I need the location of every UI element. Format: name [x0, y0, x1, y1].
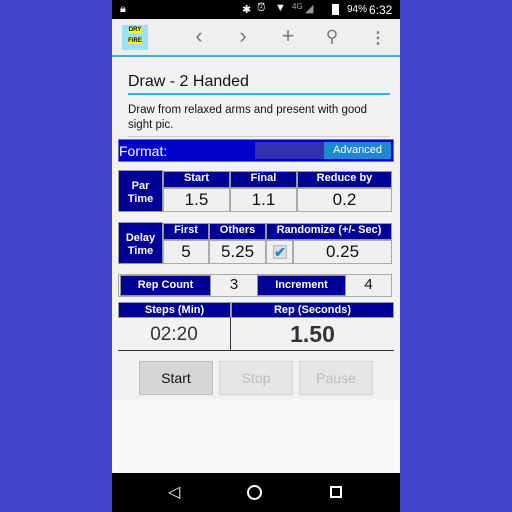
randomize-checkbox[interactable]: ✔	[273, 245, 287, 259]
chevron-right-icon[interactable]: ›	[228, 23, 258, 49]
network-type: 4G	[292, 2, 303, 11]
randomize-checkbox-cell[interactable]: ✔	[266, 240, 293, 264]
randomize-header: Randomize (+/- Sec)	[266, 223, 392, 240]
par-start-input[interactable]: 1.5	[163, 188, 230, 212]
par-label-1: Par	[131, 180, 150, 192]
delay-label-2: Time	[127, 245, 154, 257]
par-reduce-header: Reduce by	[297, 171, 392, 188]
chevron-left-icon[interactable]: ‹	[184, 23, 214, 49]
delay-time-label: Delay Time	[118, 222, 163, 264]
recents-icon[interactable]	[330, 486, 342, 498]
par-final-input[interactable]: 1.1	[230, 188, 297, 212]
randomize-input[interactable]: 0.25	[293, 240, 392, 264]
increment-label: Increment	[257, 275, 346, 296]
alarm-icon: ⏰︎	[257, 2, 266, 14]
navigation-bar: ◁	[112, 473, 400, 512]
search-icon[interactable]: ⚲	[317, 27, 347, 47]
rep-seconds-header: Rep (Seconds)	[231, 302, 394, 318]
format-selector[interactable]: Advanced	[255, 142, 391, 159]
action-bar: DRY FIRE ‹ › + ⚲ ⋮	[112, 19, 400, 57]
format-option-advanced[interactable]: Advanced	[324, 142, 391, 159]
delay-first-header: First	[163, 223, 209, 240]
app-logo[interactable]: DRY FIRE	[122, 25, 148, 50]
clock: 6:32	[369, 3, 393, 17]
drill-description-input[interactable]: Draw from relaxed arms and present with …	[128, 103, 390, 137]
par-time-label: Par Time	[118, 170, 163, 212]
status-bar: 🔒︎ ✱ ⏰︎ ▼ 4G ◢ 94% 6:32	[112, 0, 400, 19]
wifi-icon: ▼	[275, 2, 286, 14]
start-button[interactable]: Start	[139, 361, 213, 395]
steps-value: 02:20	[118, 318, 231, 351]
delay-others-header: Others	[209, 223, 266, 240]
pause-button[interactable]: Pause	[299, 361, 373, 395]
battery-icon	[332, 4, 339, 15]
stop-button[interactable]: Stop	[219, 361, 293, 395]
rep-count-label: Rep Count	[120, 275, 211, 296]
par-reduce-input[interactable]: 0.2	[297, 188, 392, 212]
par-start-header: Start	[163, 171, 230, 188]
content-blank	[112, 400, 400, 473]
lock-icon: 🔒︎	[120, 3, 126, 15]
delay-label-1: Delay	[125, 232, 156, 244]
home-icon[interactable]	[247, 485, 262, 500]
bluetooth-icon: ✱	[242, 4, 252, 16]
delay-first-input[interactable]: 5	[163, 240, 209, 264]
format-label: Format:	[119, 143, 168, 159]
par-final-header: Final	[230, 171, 297, 188]
back-icon[interactable]: ◁	[168, 482, 180, 502]
increment-input[interactable]: 4	[346, 275, 391, 296]
steps-header: Steps (Min)	[118, 302, 231, 318]
signal-icon: ◢	[305, 3, 314, 15]
plus-icon[interactable]: +	[273, 23, 303, 49]
overflow-menu-icon[interactable]: ⋮	[363, 28, 393, 48]
delay-others-input[interactable]: 5.25	[209, 240, 266, 264]
rep-seconds-value: 1.50	[231, 318, 394, 351]
battery-level: 94%	[347, 4, 368, 15]
drill-title-input[interactable]: Draw - 2 Handed	[128, 70, 390, 95]
phone-screen: 🔒︎ ✱ ⏰︎ ▼ 4G ◢ 94% 6:32 DRY FIRE ‹ › + ⚲ …	[112, 0, 400, 512]
format-bar: Format: Advanced	[118, 139, 394, 162]
par-label-2: Time	[127, 193, 154, 205]
rep-count-input[interactable]: 3	[211, 275, 257, 296]
